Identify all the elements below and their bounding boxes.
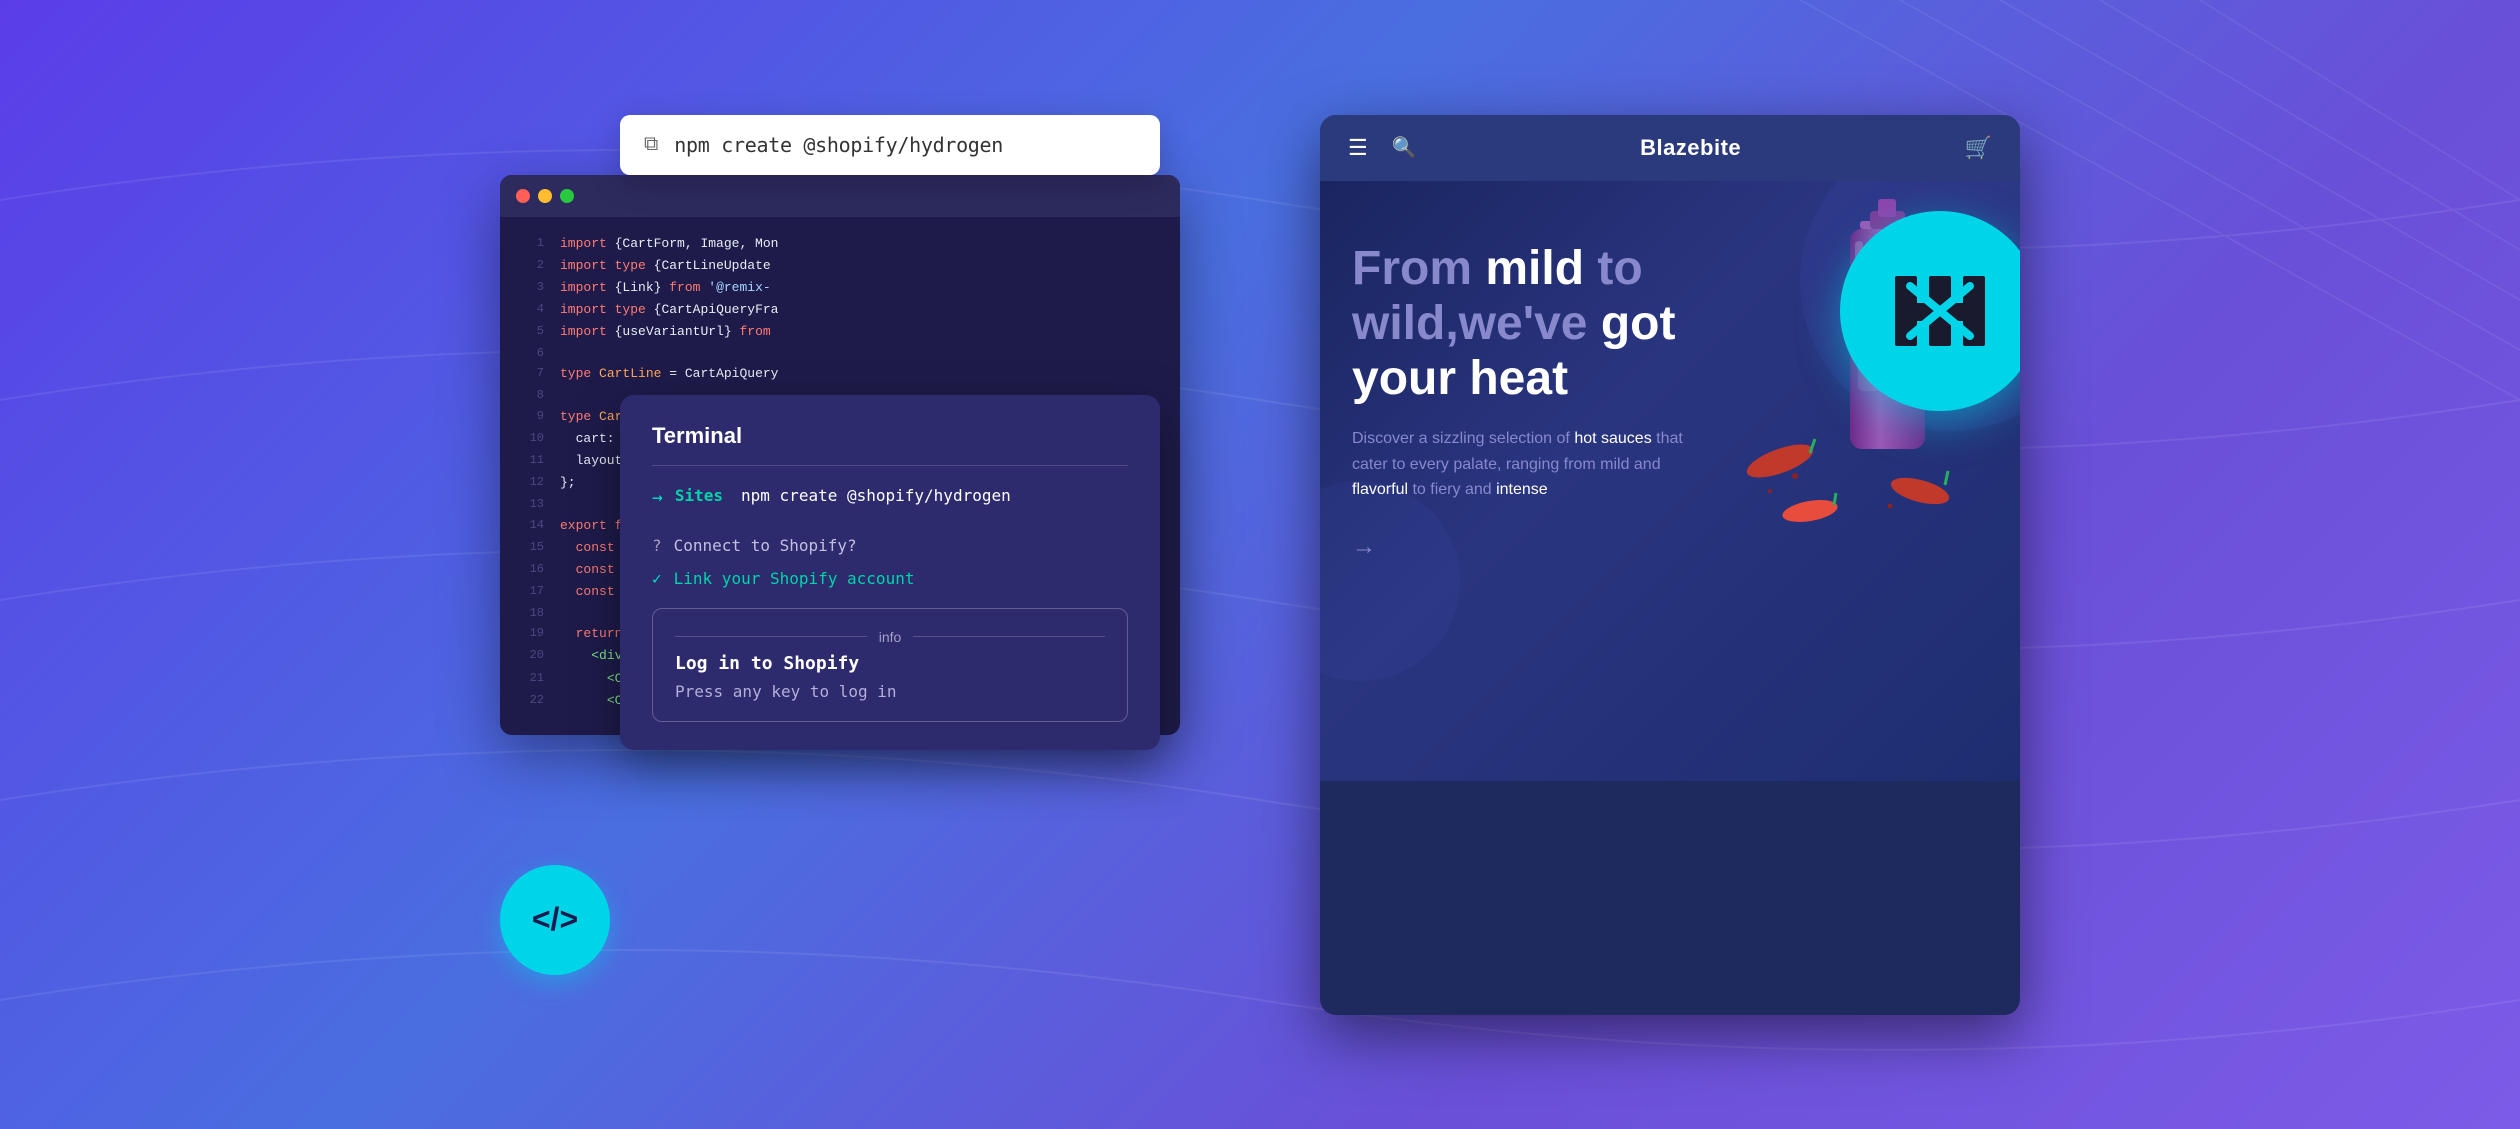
heading-got: got xyxy=(1601,297,1676,350)
info-label: info xyxy=(879,629,902,645)
terminal-question-line: ? Connect to Shopify? xyxy=(652,536,1128,555)
logo-svg xyxy=(1885,261,1995,361)
code-line: 6 xyxy=(500,343,1180,363)
heading-to: to xyxy=(1584,242,1643,295)
info-divider xyxy=(675,636,867,637)
terminal-question: Connect to Shopify? xyxy=(674,536,857,555)
arrow-icon: → xyxy=(652,487,663,508)
question-icon: ? xyxy=(652,536,662,555)
editor-titlebar xyxy=(500,175,1180,217)
info-box: info Log in to Shopify Press any key to … xyxy=(652,608,1128,722)
terminal-title: Terminal xyxy=(652,423,1128,466)
terminal-answer: Link your Shopify account xyxy=(674,569,915,588)
store-title: Blazebite xyxy=(1640,135,1741,161)
subtext-bold1: hot sauces xyxy=(1574,430,1651,447)
info-box-title: Log in to Shopify xyxy=(675,653,1105,674)
code-line: 4 import type {CartApiQueryFra xyxy=(500,299,1180,321)
code-circle: </> xyxy=(500,865,610,975)
store-navbar: ☰ 🔍 Blazebite 🛒 xyxy=(1320,115,2020,181)
info-box-subtitle: Press any key to log in xyxy=(675,682,1105,701)
cart-icon[interactable]: 🛒 xyxy=(1965,135,1992,161)
heading-mild: mild xyxy=(1485,242,1584,295)
nav-left: ☰ 🔍 xyxy=(1348,135,1417,161)
info-box-header: info xyxy=(675,629,1105,645)
code-line: 7 type CartLine = CartApiQuery xyxy=(500,363,1180,385)
hero-subtext: Discover a sizzling selection of hot sau… xyxy=(1352,426,1692,503)
copy-icon[interactable]: ⧉ xyxy=(644,133,658,156)
maximize-dot[interactable] xyxy=(560,189,574,203)
heading-wild: wild,we've xyxy=(1352,297,1601,350)
storefront-preview: ☰ 🔍 Blazebite 🛒 xyxy=(1320,115,2020,1015)
code-line: 1 import {CartForm, Image, Mon xyxy=(500,233,1180,255)
hero-heading: From mild to wild,we've got your heat xyxy=(1352,241,1692,407)
minimize-dot[interactable] xyxy=(538,189,552,203)
code-line: 5 import {useVariantUrl} from xyxy=(500,321,1180,343)
code-icon: </> xyxy=(532,901,578,938)
terminal-sites-line: → Sites npm create @shopify/hydrogen xyxy=(652,486,1128,508)
code-line: 3 import {Link} from '@remix- xyxy=(500,277,1180,299)
code-line: 2 import type {CartLineUpdate xyxy=(500,255,1180,277)
terminal-panel: Terminal → Sites npm create @shopify/hyd… xyxy=(620,395,1160,750)
info-divider-right xyxy=(913,636,1105,637)
hero-arrow[interactable]: → xyxy=(1352,533,1692,561)
heading-from: From xyxy=(1352,242,1485,295)
sites-label: Sites xyxy=(675,486,723,505)
search-icon[interactable]: 🔍 xyxy=(1392,135,1417,160)
store-hero: From mild to wild,we've got your heat Di… xyxy=(1320,181,2020,781)
code-editor-section: ⧉ npm create @shopify/hydrogen 1 import … xyxy=(500,115,1280,1015)
subtext-bold2: flavorful xyxy=(1352,481,1408,498)
hero-content: From mild to wild,we've got your heat Di… xyxy=(1352,241,1692,561)
check-icon: ✓ xyxy=(652,569,662,588)
command-bar: ⧉ npm create @shopify/hydrogen xyxy=(620,115,1160,175)
hamburger-icon[interactable]: ☰ xyxy=(1348,135,1368,161)
subtext-bold3: intense xyxy=(1496,481,1548,498)
command-text: npm create @shopify/hydrogen xyxy=(674,133,1003,157)
terminal-answer-line: ✓ Link your Shopify account xyxy=(652,569,1128,588)
heading-your-heat: your heat xyxy=(1352,352,1568,405)
close-dot[interactable] xyxy=(516,189,530,203)
terminal-command: npm create @shopify/hydrogen xyxy=(741,486,1011,505)
main-container: ⧉ npm create @shopify/hydrogen 1 import … xyxy=(0,0,2520,1129)
